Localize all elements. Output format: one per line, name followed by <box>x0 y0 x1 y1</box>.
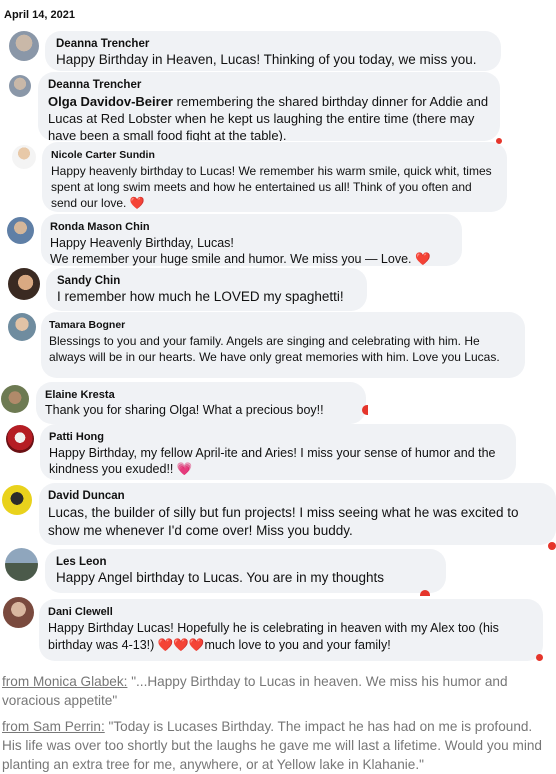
comment-text: Happy Birthday Lucas! Hopefully he is ce… <box>48 620 533 654</box>
avatar[interactable] <box>8 313 36 341</box>
comment-text: Happy Birthday, my fellow April-ite and … <box>49 445 506 477</box>
comment-bubble: Deanna Trencher Olga Davidov-Beirer reme… <box>38 72 500 141</box>
avatar[interactable] <box>8 268 40 300</box>
comment-bubble: Patti Hong Happy Birthday, my fellow Apr… <box>40 424 516 480</box>
tagged-person[interactable]: Olga Davidov-Beirer <box>48 94 173 109</box>
footer-quote: from Monica Glabek: "...Happy Birthday t… <box>2 672 550 710</box>
comment-text: Happy Heavenly Birthday, Lucas! We remem… <box>50 235 452 266</box>
comment-text: Blessings to you and your family. Angels… <box>49 334 500 364</box>
comment-bubble: Les Leon Happy Angel birthday to Lucas. … <box>45 549 446 593</box>
commenter-name[interactable]: Tamara Bogner <box>49 319 515 331</box>
quote-source-link[interactable]: from Sam Perrin: <box>2 719 105 734</box>
commenter-name[interactable]: Ronda Mason Chin <box>50 221 452 233</box>
comment-body: Happy heavenly birthday to Lucas! We rem… <box>51 164 492 210</box>
comment-bubble: Elaine Kresta Thank you for sharing Olga… <box>36 382 366 424</box>
heart-icon: ❤️ <box>414 252 431 266</box>
comment-text: Lucas, the builder of silly but fun proj… <box>48 505 519 538</box>
commenter-name[interactable]: Les Leon <box>56 556 436 568</box>
comment-bubble: Sandy Chin I remember how much he LOVED … <box>46 268 367 311</box>
comment-bubble: David Duncan Lucas, the builder of silly… <box>39 483 556 545</box>
heart-icon[interactable] <box>362 405 368 415</box>
reaction-icon[interactable] <box>548 542 556 550</box>
avatar[interactable] <box>5 548 38 581</box>
comment-bubble: Nicole Carter Sundin Happy heavenly birt… <box>42 142 507 212</box>
quote-source-link[interactable]: from Monica Glabek: <box>2 674 127 689</box>
comment-text: Happy Birthday in Heaven, Lucas! Thinkin… <box>56 52 477 67</box>
avatar[interactable] <box>9 31 39 61</box>
commenter-name[interactable]: Nicole Carter Sundin <box>51 149 497 161</box>
comment-bubble: Deanna Trencher Happy Birthday in Heaven… <box>45 31 501 71</box>
avatar[interactable] <box>7 217 34 244</box>
comment-body: We remember your huge smile and humor. W… <box>50 252 415 266</box>
comment-text: Happy heavenly birthday to Lucas! We rem… <box>51 163 497 211</box>
avatar[interactable] <box>12 145 36 169</box>
heart-icon: 💗 <box>176 462 193 476</box>
comment-bubble: Dani Clewell Happy Birthday Lucas! Hopef… <box>39 599 543 661</box>
reaction-icon[interactable] <box>536 654 543 661</box>
commenter-name[interactable]: Sandy Chin <box>57 275 357 287</box>
comment-bubble: Tamara Bogner Blessings to you and your … <box>41 312 525 378</box>
commenter-name[interactable]: Deanna Trencher <box>48 79 490 91</box>
avatar[interactable] <box>6 425 34 453</box>
reaction-icon[interactable] <box>420 590 430 596</box>
commenter-name[interactable]: Elaine Kresta <box>45 389 356 401</box>
footer-quote: from Sam Perrin: "Today is Lucases Birth… <box>2 717 550 774</box>
avatar[interactable] <box>9 75 31 97</box>
comment-text: Olga Davidov-Beirer remembering the shar… <box>48 93 490 141</box>
avatar[interactable] <box>3 597 34 628</box>
comment-line: Happy Heavenly Birthday, Lucas! <box>50 236 234 250</box>
commenter-name[interactable]: Patti Hong <box>49 431 506 443</box>
post-date: April 14, 2021 <box>4 9 75 21</box>
avatar[interactable] <box>1 385 29 413</box>
commenter-name[interactable]: Dani Clewell <box>48 606 533 618</box>
commenter-name[interactable]: David Duncan <box>48 490 546 502</box>
commenter-name[interactable]: Deanna Trencher <box>56 38 491 50</box>
comment-text: Thank you for sharing Olga! What a preci… <box>45 403 324 417</box>
comment-body-end: much love to you and your family! <box>204 638 391 652</box>
avatar[interactable] <box>2 485 32 515</box>
heart-icon: ❤️❤️❤️ <box>157 638 205 652</box>
comment-body: Happy Birthday, my fellow April-ite and … <box>49 446 496 476</box>
comment-text: I remember how much he LOVED my spaghett… <box>57 289 344 304</box>
heart-icon: ❤️ <box>129 196 145 210</box>
comment-text: Happy Angel birthday to Lucas. You are i… <box>56 570 384 585</box>
comment-bubble: Ronda Mason Chin Happy Heavenly Birthday… <box>41 214 462 266</box>
